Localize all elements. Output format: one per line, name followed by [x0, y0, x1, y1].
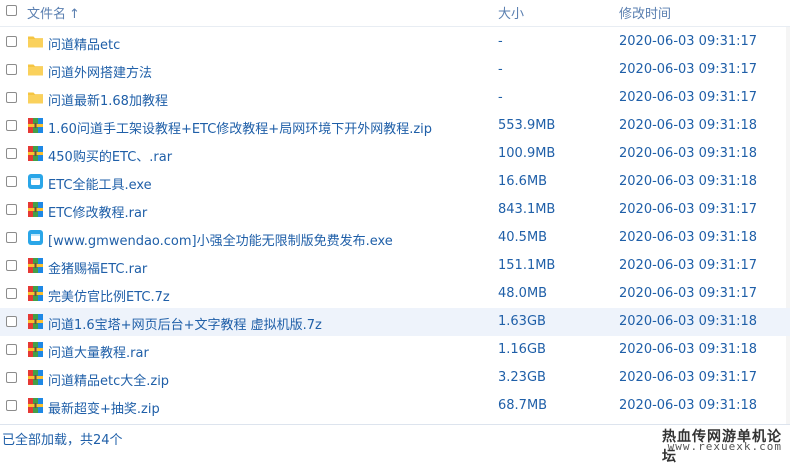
file-select-checkbox[interactable] — [6, 400, 17, 411]
file-list: 问道精品etc - 2020-06-03 09:31:17 问道外网搭建方法 - 2020… — [0, 28, 790, 420]
file-size: 3.23GB — [498, 370, 546, 385]
archive-icon — [27, 341, 44, 358]
file-row[interactable]: ETC全能工具.exe 16.6MB 2020-06-03 09:31:18 — [0, 168, 790, 196]
file-select-checkbox[interactable] — [6, 176, 17, 187]
archive-icon — [27, 313, 44, 330]
file-select-checkbox[interactable] — [6, 92, 17, 103]
file-size: 1.63GB — [498, 314, 546, 329]
file-modified-time: 2020-06-03 09:31:18 — [619, 230, 758, 245]
file-row[interactable]: 450购买的ETC、.rar 100.9MB 2020-06-03 09:31:18 — [0, 140, 790, 168]
file-row[interactable]: 问道最新1.68加教程 - 2020-06-03 09:31:17 — [0, 84, 790, 112]
sort-ascending-icon: ↑ — [69, 7, 80, 22]
file-row[interactable]: 问道精品etc大全.zip 3.23GB 2020-06-03 09:31:17 — [0, 364, 790, 392]
file-name-link[interactable]: 完美仿官比例ETC.7z — [48, 286, 170, 305]
file-modified-time: 2020-06-03 09:31:18 — [619, 398, 758, 413]
file-size: 40.5MB — [498, 230, 548, 245]
file-modified-time: 2020-06-03 09:31:17 — [619, 62, 758, 77]
file-row[interactable]: 1.60问道手工架设教程+ETC修改教程+局网环境下开外网教程.zip 553.9… — [0, 112, 790, 140]
file-name-link[interactable]: 问道最新1.68加教程 — [48, 90, 168, 109]
file-size: - — [498, 62, 503, 77]
file-modified-time: 2020-06-03 09:31:18 — [619, 146, 758, 161]
file-row[interactable]: [www.gmwendao.com]小强全功能无限制版免费发布.exe 40.5M… — [0, 224, 790, 252]
file-modified-time: 2020-06-03 09:31:18 — [619, 118, 758, 133]
file-name-link[interactable]: 问道大量教程.rar — [48, 342, 149, 361]
file-size: 151.1MB — [498, 258, 556, 273]
file-row[interactable]: 问道外网搭建方法 - 2020-06-03 09:31:17 — [0, 56, 790, 84]
file-row[interactable]: 问道大量教程.rar 1.16GB 2020-06-03 09:31:18 — [0, 336, 790, 364]
file-size: 553.9MB — [498, 118, 556, 133]
archive-icon — [27, 369, 44, 386]
file-select-checkbox[interactable] — [6, 260, 17, 271]
archive-icon — [27, 397, 44, 414]
file-name-link[interactable]: 450购买的ETC、.rar — [48, 146, 172, 165]
archive-icon — [27, 145, 44, 162]
file-select-checkbox[interactable] — [6, 148, 17, 159]
load-status-text: 已全部加载，共24个 — [2, 433, 123, 448]
file-size: - — [498, 90, 503, 105]
file-size: 843.1MB — [498, 202, 556, 217]
file-row[interactable]: 问道精品etc - 2020-06-03 09:31:17 — [0, 28, 790, 56]
file-modified-time: 2020-06-03 09:31:18 — [619, 174, 758, 189]
file-select-checkbox[interactable] — [6, 36, 17, 47]
file-size: 68.7MB — [498, 398, 548, 413]
select-all-checkbox[interactable] — [6, 5, 17, 16]
file-row[interactable]: 完美仿官比例ETC.7z 48.0MB 2020-06-03 09:31:17 — [0, 280, 790, 308]
file-name-link[interactable]: 问道1.6宝塔+网页后台+文字教程 虚拟机版.7z — [48, 314, 322, 333]
file-name-link[interactable]: 金猪赐福ETC.rar — [48, 258, 147, 277]
file-name-link[interactable]: 问道精品etc大全.zip — [48, 370, 169, 389]
archive-icon — [27, 285, 44, 302]
file-row[interactable]: 最新超变+抽奖.zip 68.7MB 2020-06-03 09:31:18 — [0, 392, 790, 420]
file-list-header: 文件名 ↑ 大小 修改时间 — [0, 0, 790, 27]
file-modified-time: 2020-06-03 09:31:17 — [619, 370, 758, 385]
file-select-checkbox[interactable] — [6, 64, 17, 75]
archive-icon — [27, 201, 44, 218]
file-row[interactable]: ETC修改教程.rar 843.1MB 2020-06-03 09:31:17 — [0, 196, 790, 224]
archive-icon — [27, 117, 44, 134]
file-modified-time: 2020-06-03 09:31:18 — [619, 314, 758, 329]
folder-icon — [27, 89, 44, 106]
status-bar: 已全部加载，共24个 热血传网游单机论坛 www.rexuexk.com — [0, 424, 790, 465]
site-watermark: 热血传网游单机论坛 www.rexuexk.com — [662, 426, 782, 465]
file-row[interactable]: 金猪赐福ETC.rar 151.1MB 2020-06-03 09:31:17 — [0, 252, 790, 280]
file-size: 1.16GB — [498, 342, 546, 357]
file-name-link[interactable]: ETC修改教程.rar — [48, 202, 147, 221]
file-size: 48.0MB — [498, 286, 548, 301]
file-name-link[interactable]: 问道外网搭建方法 — [48, 62, 152, 81]
file-size: - — [498, 34, 503, 49]
file-select-checkbox[interactable] — [6, 204, 17, 215]
file-select-checkbox[interactable] — [6, 316, 17, 327]
file-size: 16.6MB — [498, 174, 548, 189]
file-name-link[interactable]: [www.gmwendao.com]小强全功能无限制版免费发布.exe — [48, 230, 393, 249]
exe-icon — [27, 229, 44, 246]
file-name-link[interactable]: 最新超变+抽奖.zip — [48, 398, 160, 417]
column-header-size[interactable]: 大小 — [498, 3, 524, 22]
file-select-checkbox[interactable] — [6, 372, 17, 383]
file-modified-time: 2020-06-03 09:31:17 — [619, 286, 758, 301]
file-modified-time: 2020-06-03 09:31:17 — [619, 258, 758, 273]
file-modified-time: 2020-06-03 09:31:17 — [619, 202, 758, 217]
file-modified-time: 2020-06-03 09:31:18 — [619, 342, 758, 357]
archive-icon — [27, 257, 44, 274]
file-select-checkbox[interactable] — [6, 288, 17, 299]
file-size: 100.9MB — [498, 146, 556, 161]
column-header-name[interactable]: 文件名 ↑ — [27, 3, 80, 22]
column-header-modified-time[interactable]: 修改时间 — [619, 3, 671, 22]
file-name-link[interactable]: 问道精品etc — [48, 34, 120, 53]
file-name-link[interactable]: ETC全能工具.exe — [48, 174, 152, 193]
watermark-url: www.rexuexk.com — [667, 440, 782, 453]
folder-icon — [27, 61, 44, 78]
file-select-checkbox[interactable] — [6, 120, 17, 131]
file-modified-time: 2020-06-03 09:31:17 — [619, 34, 758, 49]
exe-icon — [27, 173, 44, 190]
file-select-checkbox[interactable] — [6, 232, 17, 243]
column-header-name-label: 文件名 — [27, 7, 67, 22]
file-name-link[interactable]: 1.60问道手工架设教程+ETC修改教程+局网环境下开外网教程.zip — [48, 118, 432, 137]
file-modified-time: 2020-06-03 09:31:17 — [619, 90, 758, 105]
file-select-checkbox[interactable] — [6, 344, 17, 355]
folder-icon — [27, 33, 44, 50]
file-row[interactable]: 问道1.6宝塔+网页后台+文字教程 虚拟机版.7z 1.63GB 2020-06-0… — [0, 308, 790, 336]
